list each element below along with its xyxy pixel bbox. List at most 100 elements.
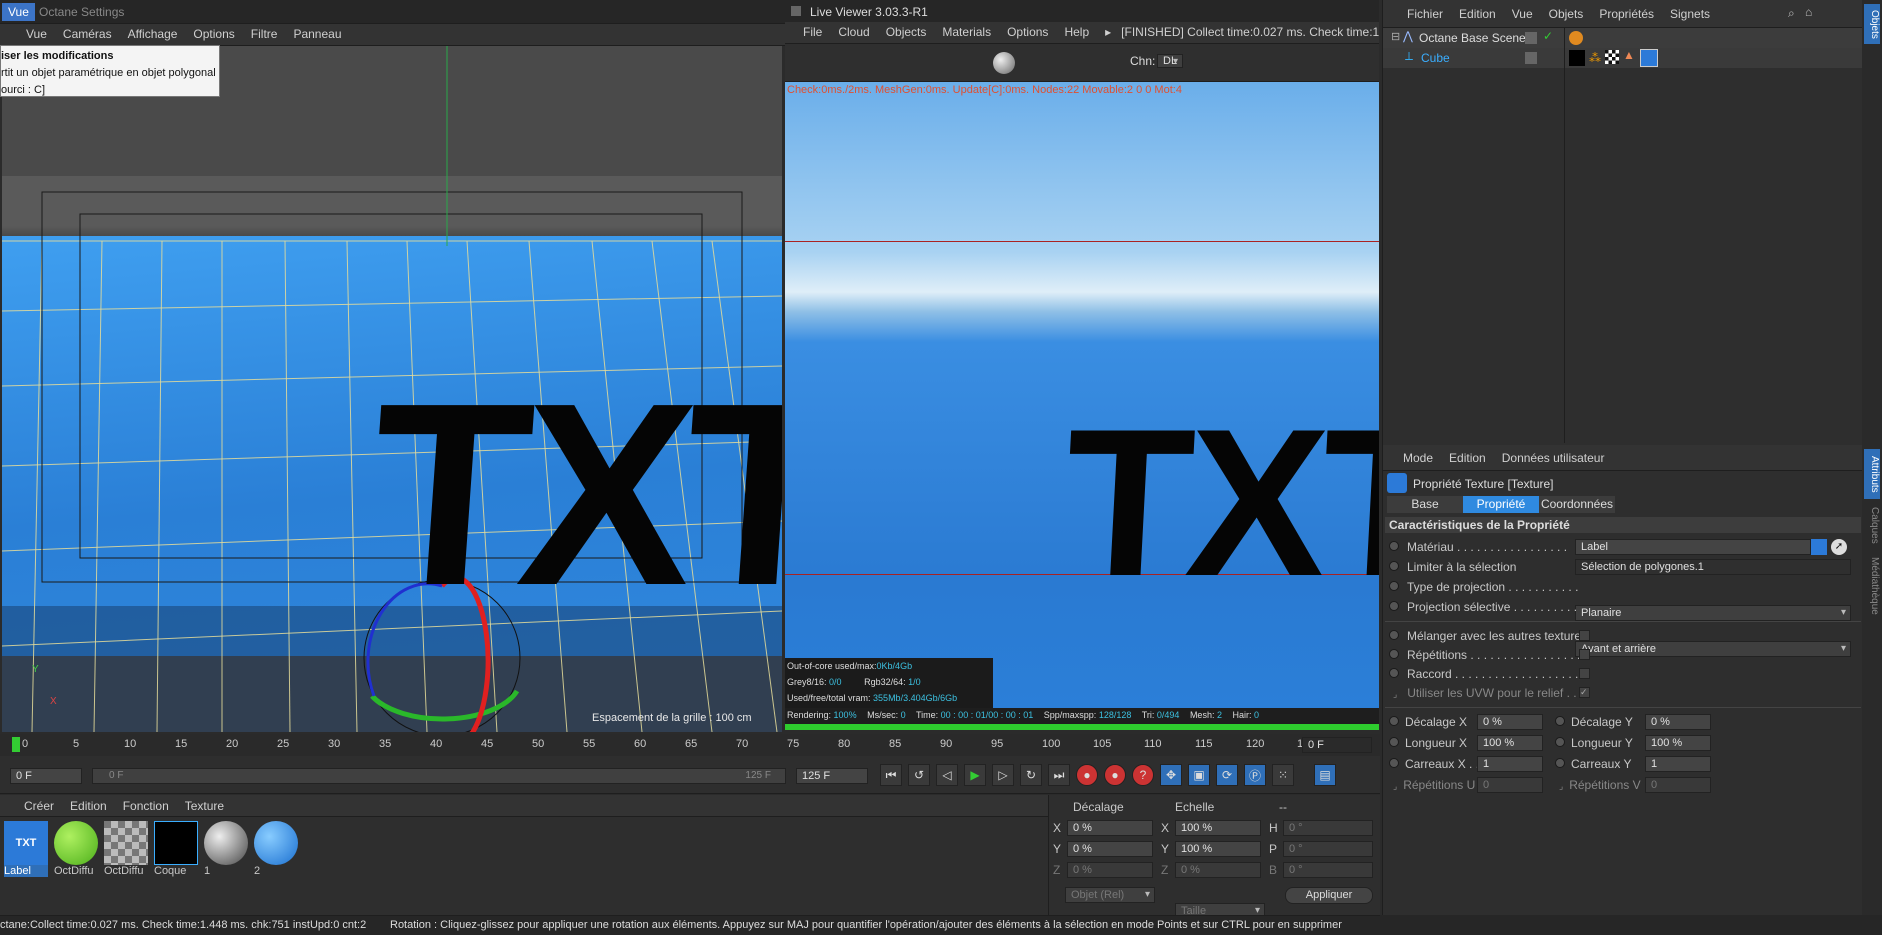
tab-vue[interactable]: Vue: [2, 3, 35, 21]
prev-frame-icon[interactable]: ◁: [936, 764, 958, 786]
coord-scale-y[interactable]: 100 %: [1175, 841, 1261, 857]
limiter-field[interactable]: Sélection de polygones.1: [1575, 559, 1851, 575]
anim-dot-icon[interactable]: [1389, 737, 1399, 747]
attr-menu-donnees[interactable]: Données utilisateur: [1494, 448, 1613, 468]
start-frame-field[interactable]: 0 F: [10, 768, 82, 784]
coord-scale-z[interactable]: 0 %: [1175, 862, 1261, 878]
anim-dot-icon[interactable]: [1389, 758, 1399, 768]
material-tag-icon[interactable]: [1569, 50, 1585, 66]
anim-dot-icon[interactable]: [1389, 561, 1399, 571]
chn-select[interactable]: DL: [1157, 54, 1184, 68]
menu-vue[interactable]: Vue: [18, 24, 55, 44]
om-row-octane-scene[interactable]: ⊟ ⋀ Octane Base Scene ✓: [1383, 28, 1863, 48]
lv-menu-cloud[interactable]: Cloud: [830, 22, 877, 42]
tag-icon[interactable]: ⁂: [1589, 51, 1601, 65]
om-menu-edition[interactable]: Edition: [1451, 4, 1504, 24]
anim-dot-icon[interactable]: [1555, 716, 1565, 726]
lv-menu-objects[interactable]: Objects: [878, 22, 935, 42]
menu-panneau[interactable]: Panneau: [285, 24, 349, 44]
prev-key-icon[interactable]: ↺: [908, 764, 930, 786]
texture-tag-icon[interactable]: [1640, 49, 1658, 67]
material-item[interactable]: 1: [204, 821, 248, 877]
coord-rot-p[interactable]: 0 °: [1283, 841, 1373, 857]
anim-dot-icon[interactable]: [1389, 649, 1399, 659]
move-key-icon[interactable]: ✥: [1160, 764, 1182, 786]
coord-pos-y[interactable]: 0 %: [1067, 841, 1153, 857]
melanger-checkbox[interactable]: [1579, 630, 1590, 641]
side-tab-objets[interactable]: Objets: [1864, 4, 1880, 44]
anim-dot-icon[interactable]: [1389, 630, 1399, 640]
material-item[interactable]: TXT Label: [4, 821, 48, 877]
om-menu-fichier[interactable]: Fichier: [1399, 4, 1451, 24]
side-tab-mediatheque[interactable]: Médiathèque: [1864, 551, 1880, 621]
decalage-y-field[interactable]: 0 %: [1645, 714, 1711, 730]
goto-start-icon[interactable]: ⏮: [880, 764, 902, 786]
next-frame-icon[interactable]: ▷: [992, 764, 1014, 786]
repetitions-u-field[interactable]: 0: [1477, 777, 1543, 793]
record-icon[interactable]: ●: [1076, 764, 1098, 786]
check-icon[interactable]: ✓: [1543, 29, 1553, 43]
coord-scale-x[interactable]: 100 %: [1175, 820, 1261, 836]
anim-dot-icon[interactable]: [1389, 581, 1399, 591]
om-row-cube[interactable]: ⟂ Cube ⁂ ▲: [1383, 48, 1863, 68]
side-tab-attributs[interactable]: Attributs: [1864, 449, 1880, 499]
menu-cameras[interactable]: Caméras: [55, 24, 120, 44]
coord-pos-x[interactable]: 0 %: [1067, 820, 1153, 836]
layer-icon[interactable]: [1525, 52, 1537, 64]
material-item[interactable]: 2: [254, 821, 298, 877]
longueur-x-field[interactable]: 100 %: [1477, 735, 1543, 751]
film-icon[interactable]: ▤: [1314, 764, 1336, 786]
material-item[interactable]: Coque: [154, 821, 198, 877]
decalage-x-field[interactable]: 0 %: [1477, 714, 1543, 730]
lv-menu-options[interactable]: Options: [999, 22, 1056, 42]
anim-dot-icon[interactable]: [1389, 716, 1399, 726]
current-frame-field[interactable]: 0 F: [1302, 737, 1372, 753]
attr-menu-mode[interactable]: Mode: [1395, 448, 1441, 468]
raccord-checkbox[interactable]: [1579, 668, 1590, 679]
uvw-checkbox[interactable]: ✓: [1579, 687, 1590, 698]
menu-affichage[interactable]: Affichage: [120, 24, 186, 44]
om-menu-vue[interactable]: Vue: [1504, 4, 1541, 24]
playhead[interactable]: [12, 737, 20, 752]
rotate-key-icon[interactable]: ⟳: [1216, 764, 1238, 786]
param-key-icon[interactable]: Ⓟ: [1244, 764, 1266, 786]
goto-end-icon[interactable]: ⏭: [1048, 764, 1070, 786]
lv-menu-help[interactable]: Help: [1056, 22, 1097, 42]
triangle-tag-icon[interactable]: ▲: [1623, 48, 1635, 62]
carreaux-x-field[interactable]: 1: [1477, 756, 1543, 772]
mat-menu-creer[interactable]: Créer: [16, 796, 62, 816]
side-tab-calques[interactable]: Calques: [1864, 505, 1880, 545]
grid-key-icon[interactable]: ⁙: [1272, 764, 1294, 786]
repetitions-v-field[interactable]: 0: [1645, 777, 1711, 793]
coord-mode-select[interactable]: Objet (Rel): [1065, 887, 1155, 903]
play-icon[interactable]: ▶: [964, 764, 986, 786]
materiau-field[interactable]: Label: [1575, 539, 1811, 555]
mat-menu-edition[interactable]: Edition: [62, 796, 115, 816]
anim-dot-icon[interactable]: [1555, 737, 1565, 747]
apply-button[interactable]: Appliquer: [1285, 887, 1373, 904]
autokey-icon[interactable]: ●: [1104, 764, 1126, 786]
longueur-y-field[interactable]: 100 %: [1645, 735, 1711, 751]
mat-menu-fonction[interactable]: Fonction: [115, 796, 177, 816]
coord-rot-h[interactable]: 0 °: [1283, 820, 1373, 836]
home-icon[interactable]: ⌂: [1805, 5, 1812, 19]
material-item[interactable]: OctDiffu: [104, 821, 148, 877]
viewport-3d[interactable]: TXT Y X Espacement de la grille : 100 cm: [2, 46, 782, 732]
projection-type-select[interactable]: Planaire: [1575, 605, 1851, 621]
tab-octane-settings[interactable]: Octane Settings: [33, 3, 130, 21]
lv-menu-file[interactable]: File: [795, 22, 830, 42]
scale-key-icon[interactable]: ▣: [1188, 764, 1210, 786]
range-slider[interactable]: 0 F 125 F: [92, 768, 786, 784]
next-key-icon[interactable]: ↻: [1020, 764, 1042, 786]
menu-options[interactable]: Options: [185, 24, 242, 44]
coord-rot-b[interactable]: 0 °: [1283, 862, 1373, 878]
attr-menu-edition[interactable]: Edition: [1441, 448, 1494, 468]
keyframe-help-icon[interactable]: ?: [1132, 764, 1154, 786]
pick-arrow-icon[interactable]: ➚: [1831, 539, 1847, 555]
material-item[interactable]: OctDiffu: [54, 821, 98, 877]
mat-menu-texture[interactable]: Texture: [177, 796, 232, 816]
render-sphere-icon[interactable]: [993, 52, 1015, 74]
expand-icon[interactable]: ⊟: [1391, 30, 1400, 43]
anim-dot-icon[interactable]: [1555, 758, 1565, 768]
coord-pos-z[interactable]: 0 %: [1067, 862, 1153, 878]
